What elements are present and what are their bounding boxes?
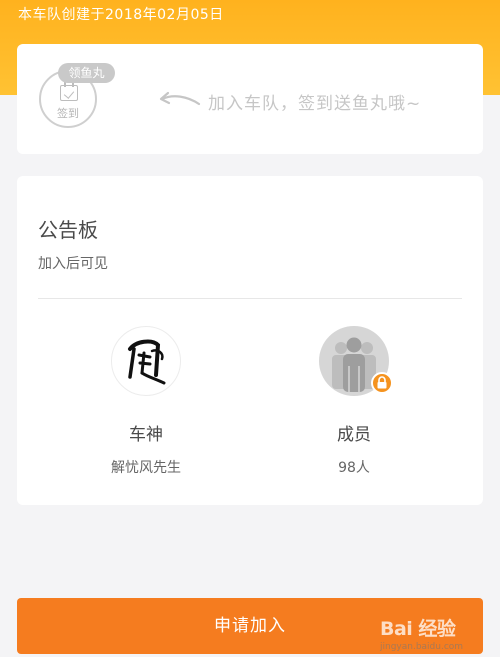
lock-icon [371,372,393,394]
owner-name: 解忧风先生 [111,460,181,476]
checkin-hint: 加入车队，签到送鱼丸哦~ [208,94,422,114]
members-title: 成员 [337,425,371,445]
calligraphy-logo-icon [128,339,166,385]
watermark-brand: Bai 经验 [380,618,456,640]
team-owner[interactable]: 车神 解忧风先生 [66,326,226,477]
baidu-watermark: Bai 经验 jingyan.baidu.com [380,612,498,656]
owner-avatar [111,326,181,396]
bulletin-board-content: 加入后可见 [38,256,108,272]
fish-reward-badge: 领鱼丸 [58,63,115,83]
team-members[interactable]: 成员 98人 [274,326,434,477]
checkin-label: 签到 [57,107,79,120]
owner-title: 车神 [129,425,163,445]
members-avatar [319,326,393,396]
arrow-left-icon [159,91,201,106]
watermark-url: jingyan.baidu.com [380,642,464,652]
members-count: 98人 [338,460,370,476]
bulletin-board-title: 公告板 [38,218,98,242]
calendar-check-icon [60,82,78,101]
checkin-card: 签到 领鱼丸 加入车队，签到送鱼丸哦~ [17,44,483,154]
team-created-date: 本车队创建于2018年02月05日 [18,7,224,23]
team-page: 本车队创建于2018年02月05日 签到 领鱼丸 加入车队，签到送鱼丸哦~ 公告… [0,0,500,657]
team-info-card: 公告板 加入后可见 车神 解忧风先生 成员 98人 [17,176,483,505]
divider [38,298,462,299]
